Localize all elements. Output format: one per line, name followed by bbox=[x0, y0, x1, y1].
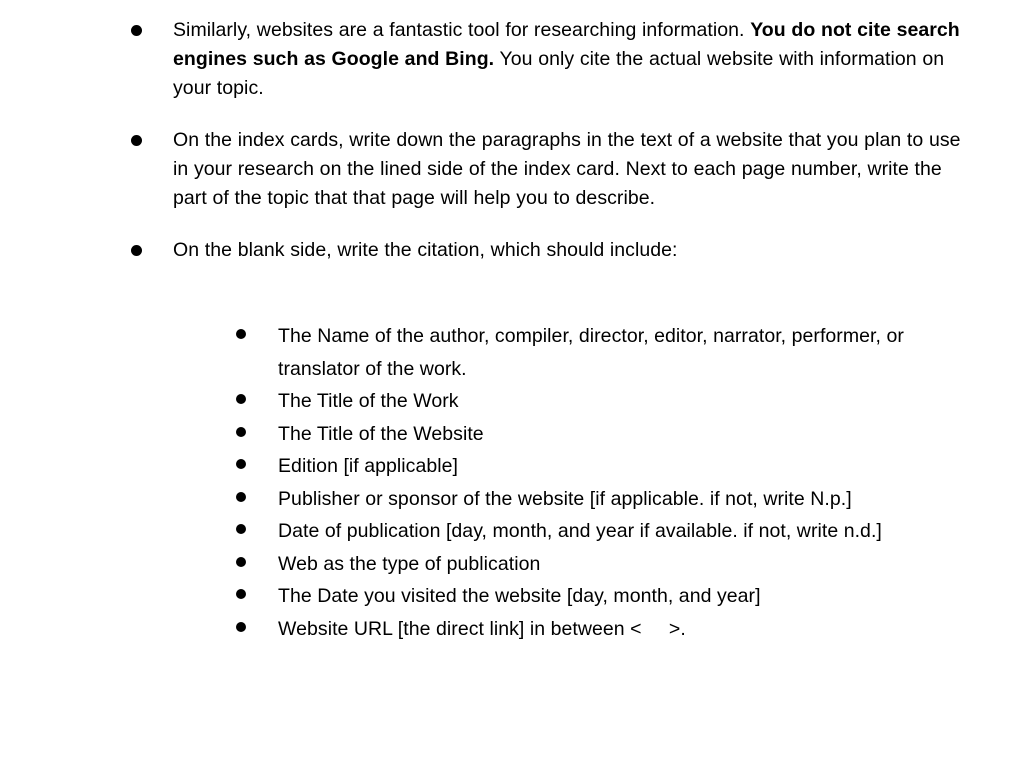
sub-bullet-text-edition: Edition [if applicable] bbox=[278, 455, 459, 477]
bullet-point-icon bbox=[236, 329, 246, 339]
bullet-point-icon bbox=[236, 394, 246, 404]
bullet-text-websites-research-tool: Similarly, websites are a fantastic tool… bbox=[173, 16, 963, 103]
bullet-item-blank-side-citation: On the blank side, write the citation, w… bbox=[126, 236, 963, 265]
bullet-point-icon bbox=[236, 556, 246, 567]
sub-bullet-text-publisher-or-sponsor: Publisher or sponsor of the website [if … bbox=[278, 487, 852, 510]
bullet-point-icon bbox=[236, 491, 246, 502]
sub-bullet-item-edition: Edition [if applicable] bbox=[231, 450, 963, 483]
primary-bullet-list: Similarly, websites are a fantastic tool… bbox=[126, 16, 960, 265]
citation-elements-sublist: The Name of the author, compiler, direct… bbox=[231, 320, 921, 645]
bullet-point-icon bbox=[131, 25, 142, 36]
bullet-point-icon bbox=[131, 245, 142, 256]
bullet-text-run-plain: Similarly, websites are a fantastic tool… bbox=[173, 19, 751, 41]
bullet-item-websites-research-tool: Similarly, websites are a fantastic tool… bbox=[126, 16, 963, 103]
sub-bullet-text-type-of-publication: Web as the type of publication bbox=[278, 552, 541, 575]
slide-canvas: Similarly, websites are a fantastic tool… bbox=[0, 0, 1024, 768]
slide-content-body: Similarly, websites are a fantastic tool… bbox=[0, 0, 1024, 768]
sub-bullet-item-title-of-website: The Title of the Website bbox=[231, 418, 963, 451]
sub-bullet-item-date-of-publication: Date of publication [day, month, and yea… bbox=[231, 515, 963, 548]
sub-bullet-item-date-visited: The Date you visited the website [day, m… bbox=[231, 580, 963, 613]
sub-bullet-item-type-of-publication: Web as the type of publication bbox=[231, 548, 963, 581]
sub-bullet-item-publisher-or-sponsor: Publisher or sponsor of the website [if … bbox=[231, 483, 963, 516]
bullet-point-icon bbox=[236, 524, 246, 534]
sub-bullet-item-website-url: Website URL [the direct link] in between… bbox=[231, 613, 963, 646]
sub-bullet-text-date-of-publication: Date of publication [day, month, and yea… bbox=[278, 520, 882, 542]
bullet-point-icon bbox=[131, 135, 142, 146]
sub-bullet-text-website-url: Website URL [the direct link] in between… bbox=[278, 617, 686, 640]
bullet-text-index-cards-instructions: On the index cards, write down the parag… bbox=[173, 129, 967, 209]
sub-bullet-text-title-of-website: The Title of the Website bbox=[278, 422, 484, 445]
sub-bullet-text-title-of-work: The Title of the Work bbox=[278, 390, 459, 412]
bullet-text-blank-side-citation: On the blank side, write the citation, w… bbox=[173, 239, 678, 261]
sub-bullet-item-title-of-work: The Title of the Work bbox=[231, 385, 963, 418]
bullet-point-icon bbox=[236, 589, 246, 599]
sub-bullet-text-date-visited: The Date you visited the website [day, m… bbox=[278, 585, 761, 607]
bullet-point-icon bbox=[236, 459, 246, 469]
bullet-point-icon bbox=[236, 621, 246, 632]
sub-bullet-text-author-name: The Name of the author, compiler, direct… bbox=[278, 325, 910, 380]
bullet-point-icon bbox=[236, 426, 246, 437]
bullet-item-index-cards-instructions: On the index cards, write down the parag… bbox=[126, 126, 963, 213]
sub-bullet-item-author-name: The Name of the author, compiler, direct… bbox=[231, 320, 963, 385]
